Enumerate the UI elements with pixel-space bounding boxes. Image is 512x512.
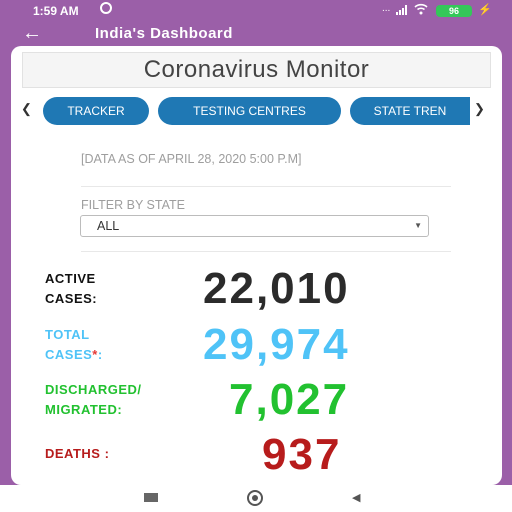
page-title: Coronavirus Monitor	[22, 52, 491, 88]
divider	[81, 251, 451, 252]
deaths-value: 937	[262, 430, 342, 479]
total-cases-value: 29,974	[203, 320, 350, 369]
network-type-icon: ...	[382, 3, 391, 14]
discharged-value: 7,027	[229, 375, 350, 424]
chevron-left-icon[interactable]: ❮	[21, 101, 32, 117]
battery-icon: 96	[436, 5, 472, 17]
caret-down-icon: ▼	[414, 221, 422, 230]
active-cases-label: ACTIVE CASES:	[45, 271, 98, 306]
tab-testing-centres[interactable]: TESTING CENTRES	[158, 97, 341, 125]
wifi-icon	[414, 3, 428, 15]
status-time: 1:59 AM	[33, 4, 79, 18]
discharged-label: DISCHARGED/ MIGRATED:	[45, 382, 142, 417]
chevron-right-icon[interactable]: ❯	[474, 101, 485, 117]
state-filter-value: ALL	[97, 219, 120, 233]
divider	[81, 186, 451, 187]
back-arrow-icon[interactable]: ←	[22, 22, 42, 44]
filter-label: FILTER BY STATE	[81, 198, 185, 212]
back-icon[interactable]: ◀	[352, 491, 360, 504]
tab-bar: ❮ TRACKER TESTING CENTRES STATE TREN ❯	[11, 96, 502, 128]
signal-icon	[396, 5, 407, 15]
dashboard-card: Coronavirus Monitor ❮ TRACKER TESTING CE…	[11, 46, 502, 485]
home-icon[interactable]	[247, 490, 263, 506]
state-filter-select[interactable]: ALL ▼	[80, 215, 429, 237]
active-cases-value: 22,010	[203, 264, 350, 313]
total-cases-label: TOTAL CASES*:	[45, 327, 103, 362]
alarm-icon	[100, 2, 112, 14]
tab-state-trends[interactable]: STATE TREN	[350, 97, 470, 125]
app-title: India's Dashboard	[95, 25, 233, 42]
system-nav-bar: ◀	[0, 485, 512, 512]
data-timestamp: [DATA AS OF APRIL 28, 2020 5:00 P.M]	[81, 152, 302, 166]
status-bar: 1:59 AM ... 96 ⚡	[0, 0, 512, 22]
recents-icon[interactable]	[144, 493, 158, 502]
app-bar: ← India's Dashboard	[0, 22, 512, 46]
tab-tracker[interactable]: TRACKER	[43, 97, 149, 125]
deaths-label: DEATHS :	[45, 446, 110, 461]
charging-icon: ⚡	[478, 4, 492, 16]
